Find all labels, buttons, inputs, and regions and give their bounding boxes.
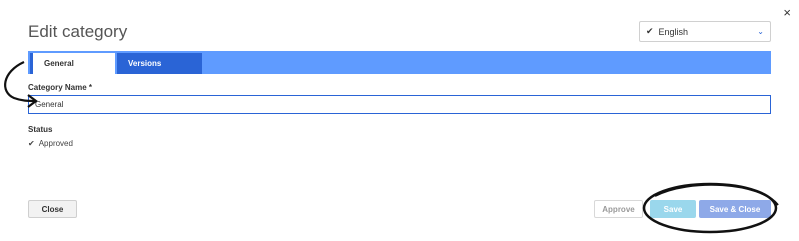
check-icon: ✔ (646, 26, 654, 36)
tab-versions[interactable]: Versions (117, 53, 202, 74)
status-label: Status (28, 125, 53, 134)
status-value: ✔ Approved (28, 139, 73, 148)
category-name-input[interactable] (28, 95, 771, 114)
close-button[interactable]: Close (28, 200, 77, 218)
language-select[interactable]: ✔ English ⌄ (639, 21, 771, 42)
tab-bar: General Versions (28, 51, 771, 74)
save-close-button[interactable]: Save & Close (699, 200, 771, 218)
save-button[interactable]: Save (650, 200, 696, 218)
close-icon[interactable]: × (783, 6, 791, 20)
edit-category-dialog: × Edit category ✔ English ⌄ General Vers… (0, 0, 799, 241)
language-value: English (658, 26, 689, 37)
chevron-down-icon: ⌄ (757, 27, 764, 36)
category-name-label: Category Name * (28, 83, 93, 92)
approve-button[interactable]: Approve (594, 200, 643, 218)
dialog-title: Edit category (28, 22, 128, 41)
status-text: Approved (38, 139, 73, 148)
check-icon: ✔ (28, 139, 35, 148)
tab-general[interactable]: General (30, 53, 115, 74)
